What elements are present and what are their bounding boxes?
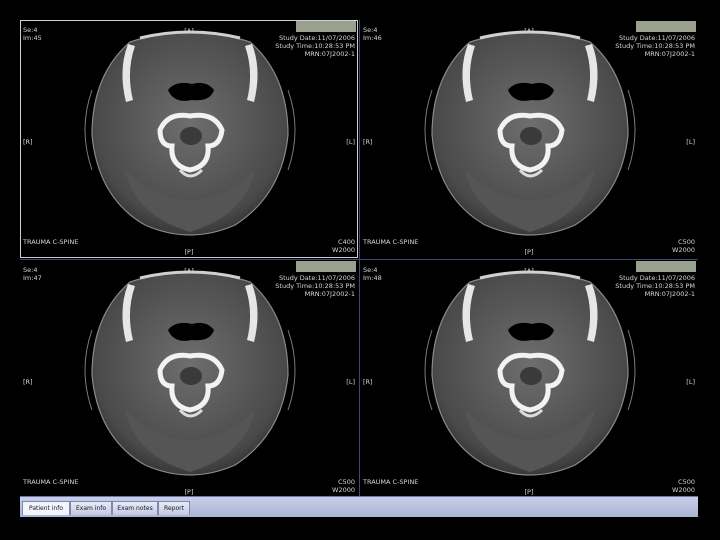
study-info: Study Date:11/07/2006 Study Time:10:28:53…: [615, 34, 695, 58]
orientation-top: [A]: [524, 27, 534, 35]
study-info: Study Date:11/07/2006 Study Time:10:28:53…: [615, 274, 695, 298]
orientation-bottom: [P]: [524, 488, 534, 496]
window-level: C500 W2000: [332, 478, 355, 494]
viewport-3[interactable]: Se:4 Im:47 Study Date:11/07/2006 Study Tim…: [20, 260, 358, 498]
tab-patient-info[interactable]: Patient info: [22, 501, 70, 515]
protocol-label: TRAUMA C-SPINE: [363, 478, 419, 486]
orientation-left: [R]: [23, 138, 33, 146]
viewport-4[interactable]: Se:4 Im:48 Study Date:11/07/2006 Study Tim…: [360, 260, 698, 498]
window-level: C500 W2000: [672, 238, 695, 254]
orientation-top: [A]: [184, 27, 194, 35]
protocol-label: TRAUMA C-SPINE: [23, 478, 79, 486]
orientation-right: [L]: [686, 378, 695, 386]
viewport-1[interactable]: Se:4 Im:45 Study Date:11/07/2006 Study Tim…: [20, 20, 358, 258]
protocol-label: TRAUMA C-SPINE: [363, 238, 419, 246]
orientation-right: [L]: [346, 378, 355, 386]
orientation-left: [R]: [363, 378, 373, 386]
orientation-top: [A]: [184, 267, 194, 275]
viewport-2[interactable]: Se:4 Im:46 Study Date:11/07/2006 Study Tim…: [360, 20, 698, 258]
window-level: C500 W2000: [672, 478, 695, 494]
orientation-left: [R]: [23, 378, 33, 386]
tab-report[interactable]: Report: [158, 501, 190, 515]
orientation-top: [A]: [524, 267, 534, 275]
tab-exam-notes[interactable]: Exam notes: [112, 501, 158, 515]
viewport-divider-vertical: [359, 20, 360, 496]
tab-exam-info[interactable]: Exam info: [70, 501, 112, 515]
study-info: Study Date:11/07/2006 Study Time:10:28:53…: [275, 34, 355, 58]
orientation-right: [L]: [686, 138, 695, 146]
protocol-label: TRAUMA C-SPINE: [23, 238, 79, 246]
orientation-bottom: [P]: [184, 488, 194, 496]
window-level: C400 W2000: [332, 238, 355, 254]
orientation-left: [R]: [363, 138, 373, 146]
orientation-right: [L]: [346, 138, 355, 146]
orientation-bottom: [P]: [184, 248, 194, 256]
study-info: Study Date:11/07/2006 Study Time:10:28:53…: [275, 274, 355, 298]
orientation-bottom: [P]: [524, 248, 534, 256]
info-tab-bar: Patient info Exam info Exam notes Report: [20, 496, 698, 517]
